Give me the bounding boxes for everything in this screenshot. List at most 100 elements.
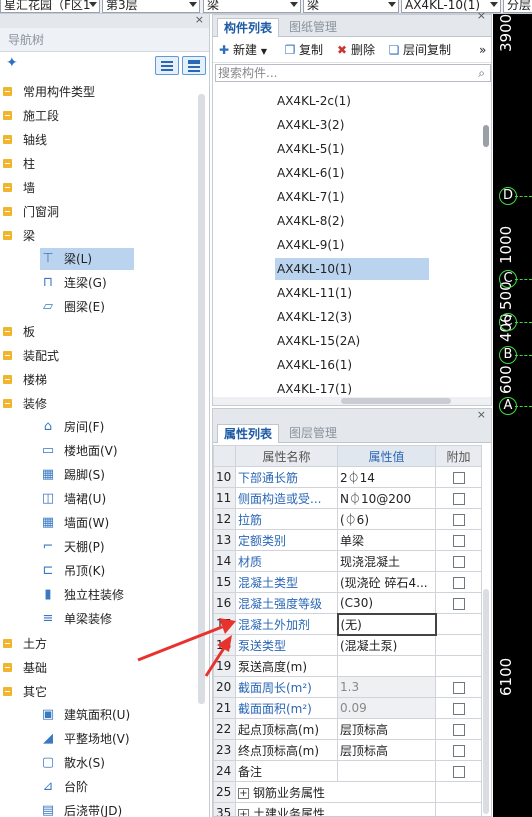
nav-subitem[interactable]: ▤ 后浇带(JD) <box>40 800 134 817</box>
close-icon[interactable]: × <box>477 9 486 22</box>
nav-item[interactable]: 装修 <box>0 392 196 416</box>
component-list-item[interactable]: AX4KL-16(1) <box>275 354 429 376</box>
expand-icon[interactable]: + <box>238 808 249 816</box>
nav-item[interactable]: 柱 <box>0 152 196 176</box>
category-combo[interactable]: 梁 <box>203 0 301 13</box>
nav-subitem[interactable]: ▮ 独立柱装修 <box>40 584 134 606</box>
type-combo[interactable]: 梁 <box>303 0 399 13</box>
component-list-item[interactable]: AX4KL-6(1) <box>275 162 429 184</box>
property-row[interactable]: 20 截面周长(m²) 1.3 <box>213 676 482 698</box>
property-group-row[interactable]: 25 + 钢筋业务属性 <box>213 781 482 803</box>
component-list-item[interactable]: AX4KL-2c(1) <box>275 90 429 112</box>
property-row[interactable]: 22 起点顶标高(m) 层顶标高 <box>213 718 482 740</box>
property-row[interactable]: 10 下部通长筋 2⏀14 <box>213 466 482 488</box>
extra-checkbox[interactable] <box>452 492 465 505</box>
nav-item[interactable]: 梁 <box>0 224 196 248</box>
extra-checkbox[interactable] <box>452 702 465 715</box>
close-icon[interactable]: × <box>195 13 204 26</box>
extra-checkbox[interactable] <box>452 681 465 694</box>
property-row[interactable]: 23 终点顶标高(m) 层顶标高 <box>213 739 482 761</box>
property-scrollbar[interactable] <box>483 589 489 814</box>
nav-subitem[interactable]: ⌐ 天棚(P) <box>40 536 134 558</box>
icon-view-button[interactable] <box>182 56 206 75</box>
property-value[interactable]: (现浇砼 碎石4... <box>337 571 436 593</box>
nav-item[interactable]: 其它 <box>0 680 196 704</box>
property-value[interactable]: (混凝土泵) <box>337 634 436 656</box>
component-list-item[interactable]: AX4KL-8(2) <box>275 210 429 232</box>
tab-component-list[interactable]: 构件列表 <box>217 18 280 37</box>
property-row[interactable]: 13 定额类别 单梁 <box>213 529 482 551</box>
copy-button[interactable]: ❐ 复制 <box>283 42 323 58</box>
component-search-input[interactable] <box>215 64 491 82</box>
expand-icon[interactable]: + <box>238 787 249 799</box>
floor-combo[interactable]: 第3层 <box>102 0 200 13</box>
nav-item[interactable]: 施工段 <box>0 104 196 128</box>
nav-subitem[interactable]: ≡ 单梁装修 <box>40 608 134 630</box>
delete-button[interactable]: ✖ 删除 <box>335 42 375 58</box>
nav-subitem[interactable]: ▦ 墙面(W) <box>40 512 134 534</box>
nav-subitem[interactable]: ⊤ 梁(L) <box>40 248 134 270</box>
tab-drawing-management[interactable]: 图纸管理 <box>283 18 343 37</box>
nav-subitem[interactable]: ▱ 圈梁(E) <box>40 296 134 318</box>
nav-subitem[interactable]: ⊓ 连梁(G) <box>40 272 134 294</box>
floor-copy-button[interactable]: ❏ 层间复制 <box>387 42 451 58</box>
property-row[interactable]: 19 泵送高度(m) <box>213 655 482 677</box>
nav-item[interactable]: 常用构件类型 <box>0 80 196 104</box>
property-row[interactable]: 15 混凝土类型 (现浇砼 碎石4... <box>213 571 482 593</box>
property-value[interactable]: 1.3 <box>337 676 436 698</box>
property-value[interactable]: 层顶标高 <box>337 718 436 740</box>
tab-property-list[interactable]: 属性列表 <box>217 424 280 443</box>
nav-item[interactable]: 板 <box>0 320 196 344</box>
extra-checkbox[interactable] <box>452 723 465 736</box>
property-value[interactable]: (⏀6) <box>337 508 436 530</box>
search-icon[interactable]: ⌕ <box>478 66 485 81</box>
nav-subitem[interactable]: ▣ 建筑面积(U) <box>40 704 134 726</box>
property-value-editor[interactable]: (无) <box>336 612 437 636</box>
extra-checkbox[interactable] <box>452 744 465 757</box>
component-list-item[interactable]: AX4KL-3(2) <box>275 114 429 136</box>
nav-item[interactable]: 基础 <box>0 656 196 680</box>
drawing-canvas[interactable]: 3900 1000 400 500 600 6100 D C C B A <box>493 14 532 817</box>
property-row[interactable]: 12 拉筋 (⏀6) <box>213 508 482 530</box>
nav-subitem[interactable]: ⊿ 台阶 <box>40 776 134 798</box>
component-list-item[interactable]: AX4KL-10(1) <box>275 258 429 280</box>
extra-checkbox[interactable] <box>452 597 465 610</box>
property-row[interactable]: 21 截面面积(m²) 0.09 <box>213 697 482 719</box>
component-list-item[interactable]: AX4KL-15(2A) <box>275 330 429 352</box>
nav-item[interactable]: 门窗洞 <box>0 200 196 224</box>
list-view-button[interactable] <box>155 56 179 75</box>
property-row[interactable]: 18 泵送类型 (混凝土泵) <box>213 634 482 656</box>
property-group-row[interactable]: 35 + 土建业务属性 <box>213 802 482 816</box>
nav-item[interactable]: 墙 <box>0 176 196 200</box>
nav-subitem[interactable]: ▦ 踢脚(S) <box>40 464 134 486</box>
more-tools-button[interactable]: » <box>479 42 486 58</box>
nav-subitem[interactable]: ▭ 楼地面(V) <box>40 440 134 462</box>
component-list-hscrollbar[interactable] <box>213 397 491 405</box>
nav-item[interactable]: 楼梯 <box>0 368 196 392</box>
property-value[interactable]: 单梁 <box>337 529 436 551</box>
close-icon[interactable]: × <box>477 409 486 421</box>
property-value[interactable]: 现浇混凝土 <box>337 550 436 572</box>
nav-subitem[interactable]: ▢ 散水(S) <box>40 752 134 774</box>
extra-checkbox[interactable] <box>452 471 465 484</box>
property-row[interactable]: 16 混凝土强度等级 (C30) <box>213 592 482 614</box>
property-row[interactable]: 14 材质 现浇混凝土 <box>213 550 482 572</box>
component-combo[interactable]: AX4KL-10(1) <box>401 0 501 13</box>
nav-item[interactable]: 轴线 <box>0 128 196 152</box>
extra-checkbox[interactable] <box>452 576 465 589</box>
property-row[interactable]: 17 混凝土外加剂 (无) <box>213 612 482 636</box>
new-button[interactable]: ✚ 新建 ▼ <box>217 42 267 58</box>
property-row[interactable]: 11 侧面构造或受... N⏀10@200 <box>213 487 482 509</box>
nav-subitem[interactable]: ⊏ 吊顶(K) <box>40 560 134 582</box>
property-value[interactable] <box>337 655 436 677</box>
component-list-item[interactable]: AX4KL-7(1) <box>275 186 429 208</box>
component-list-scrollbar[interactable] <box>483 125 489 147</box>
add-sparkle-icon[interactable]: ✦ <box>6 55 18 71</box>
nav-subitem[interactable]: ◢ 平整场地(V) <box>40 728 134 750</box>
project-combo[interactable]: 星汇花园（F区1 <box>0 0 100 13</box>
nav-scrollbar[interactable] <box>198 94 205 704</box>
component-list-item[interactable]: AX4KL-5(1) <box>275 138 429 160</box>
extra-checkbox[interactable] <box>452 513 465 526</box>
property-value[interactable]: 0.09 <box>337 697 436 719</box>
property-value[interactable]: N⏀10@200 <box>337 487 436 509</box>
